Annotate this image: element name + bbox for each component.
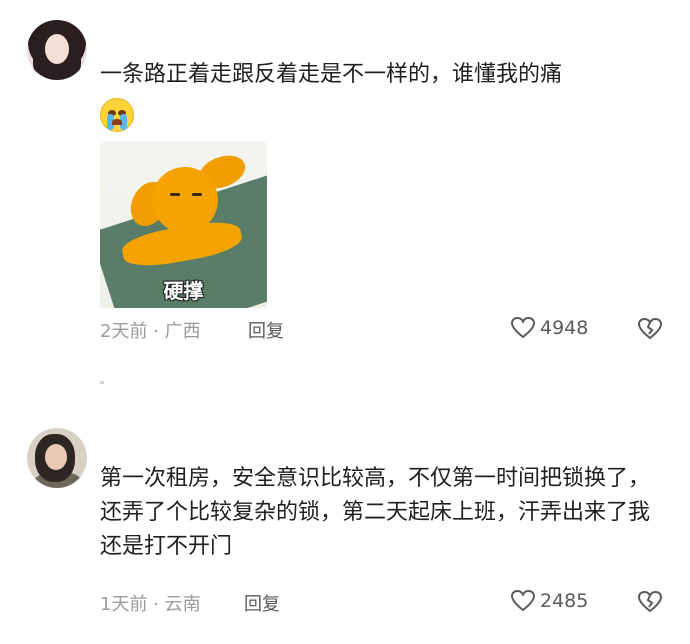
comment-text: 第一次租房，安全意识比较高，不仅第一时间把锁换了，还弄了个比较复杂的锁，第二天起… (100, 466, 651, 559)
sticker-dog-head (152, 167, 218, 233)
emoji-mouth (112, 119, 122, 125)
avatar-face (45, 444, 67, 470)
dislike-button[interactable] (637, 590, 663, 614)
dislike-button[interactable] (637, 317, 663, 341)
like-count: 2485 (540, 590, 589, 612)
broken-heart-icon (637, 590, 663, 613)
comment-text: 一条路正着走跟反着走是不一样的，谁懂我的痛 (100, 62, 563, 87)
sticker-dog-eye (192, 193, 202, 196)
comment-time-location: 1天前 · 云南 (100, 594, 201, 615)
heart-outline-icon (510, 316, 536, 339)
divider (100, 381, 104, 384)
like-button[interactable]: 4948 (510, 316, 588, 340)
avatar-face (45, 34, 69, 64)
sticker-caption: 硬撑 (163, 279, 204, 303)
crying-face-icon (100, 98, 134, 132)
comment-time-location: 2天前 · 广西 (100, 321, 201, 342)
sticker-image[interactable]: 硬撑 (100, 141, 267, 308)
like-button[interactable]: 2485 (510, 589, 588, 613)
heart-outline-icon (510, 589, 536, 612)
like-count: 4948 (540, 317, 589, 339)
avatar[interactable] (27, 428, 87, 488)
reply-button[interactable]: 回复 (244, 590, 280, 616)
sticker-dog-eye (170, 193, 180, 196)
reply-button[interactable]: 回复 (248, 317, 284, 343)
watermark (566, 618, 686, 640)
avatar[interactable] (27, 20, 87, 80)
broken-heart-icon (637, 317, 663, 340)
